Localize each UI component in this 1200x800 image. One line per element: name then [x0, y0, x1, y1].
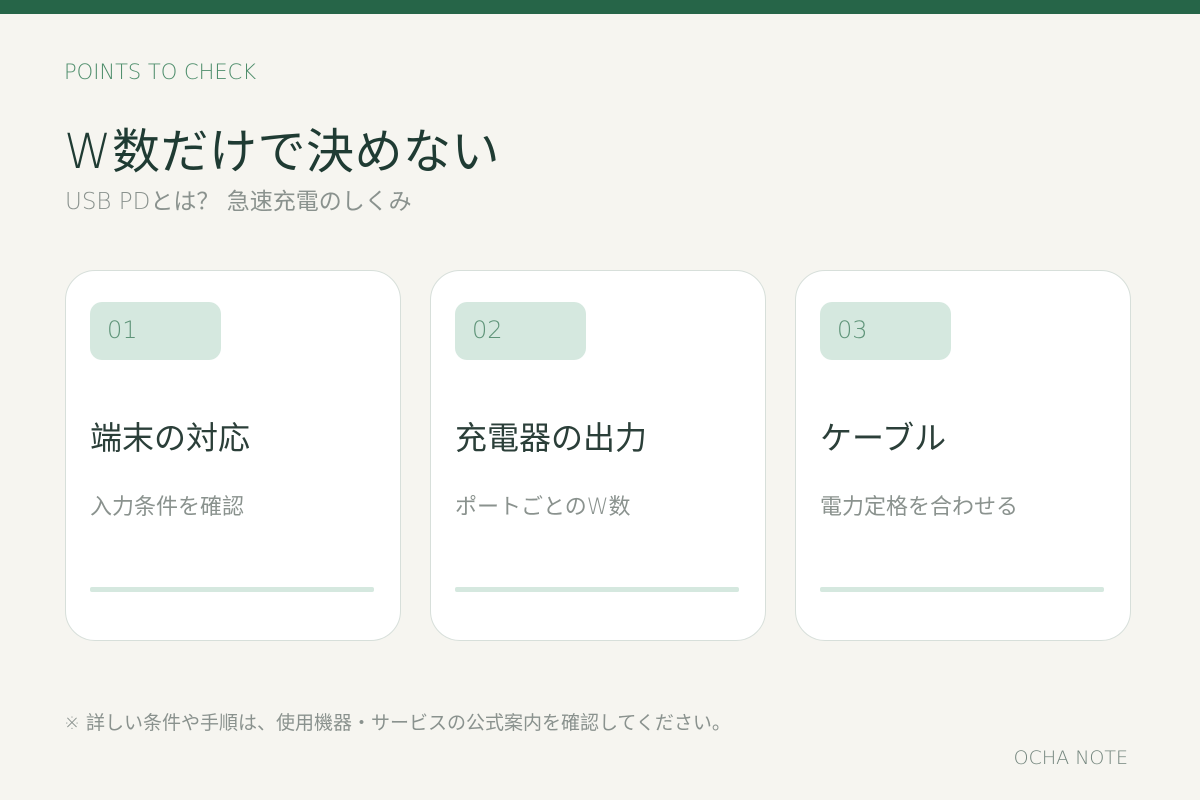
card-title: ケーブル [820, 419, 947, 457]
card-description: 電力定格を合わせる [820, 495, 1019, 520]
card-number-badge: 01 [90, 302, 221, 360]
card-divider [455, 587, 739, 592]
checkpoint-card-cable: 03 ケーブル 電力定格を合わせる [795, 270, 1131, 641]
top-accent-bar [0, 0, 1200, 14]
page-title: W数だけで決めない [64, 124, 500, 180]
card-description: ポートごとのW数 [455, 495, 631, 520]
card-divider [90, 587, 374, 592]
footnote: ※ 詳しい条件や手順は、使用機器・サービスの公式案内を確認してください。 [64, 712, 731, 734]
checkpoint-cards: 01 端末の対応 入力条件を確認 02 充電器の出力 ポートごとのW数 03 ケ… [65, 270, 1131, 641]
page-subtitle: USB PDとは？ 急速充電のしくみ [65, 189, 412, 215]
checkpoint-card-charger: 02 充電器の出力 ポートごとのW数 [430, 270, 766, 641]
card-number: 01 [107, 316, 138, 344]
card-number-badge: 03 [820, 302, 951, 360]
card-number-badge: 02 [455, 302, 586, 360]
card-description: 入力条件を確認 [90, 495, 245, 520]
card-title: 端末の対応 [90, 419, 251, 457]
checkpoint-card-device: 01 端末の対応 入力条件を確認 [65, 270, 401, 641]
card-number: 03 [837, 316, 868, 344]
card-number: 02 [472, 316, 503, 344]
eyebrow-label: POINTS TO CHECK [64, 60, 257, 84]
card-title: 充電器の出力 [455, 419, 648, 457]
card-divider [820, 587, 1104, 592]
brand-name: OCHA NOTE [1013, 747, 1128, 769]
